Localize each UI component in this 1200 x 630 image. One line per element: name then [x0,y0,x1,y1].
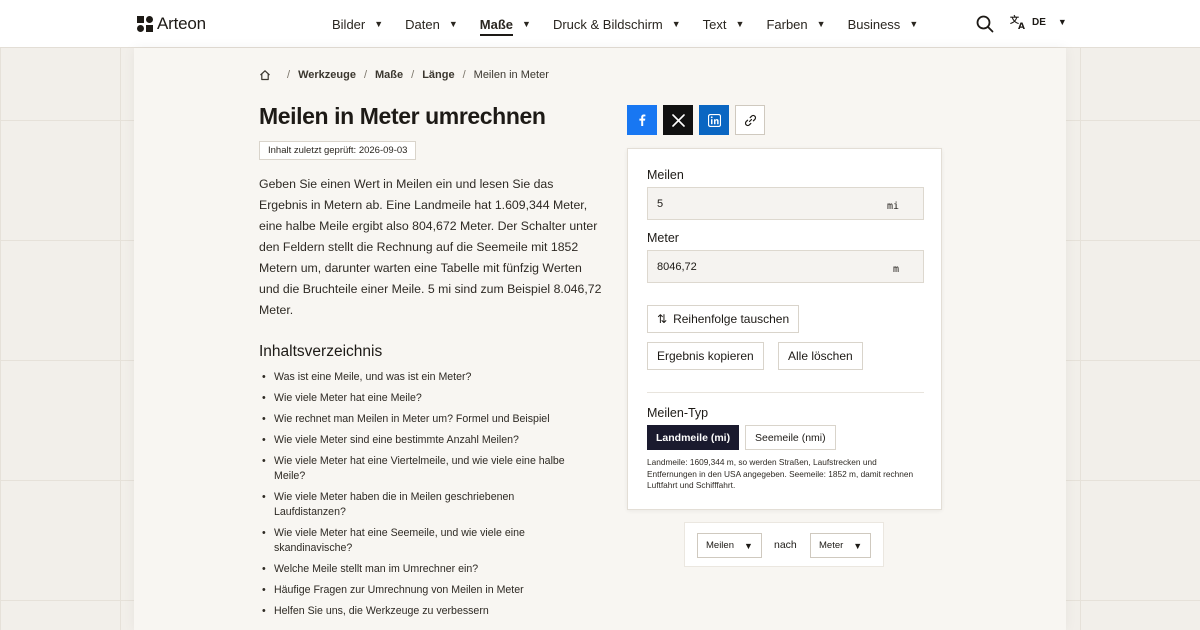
share-x-button[interactable] [663,105,693,135]
logo[interactable]: Arteon [137,14,206,34]
toc-item[interactable]: Welche Meile stellt man im Umrechner ein… [259,562,579,577]
updated-badge: Inhalt zuletzt geprüft: 2026-09-03 [259,141,417,160]
divider [647,392,924,393]
swap-icon: ⇅ [657,312,668,326]
caret-down-icon: ▼ [1057,17,1067,27]
toc-item[interactable]: Wie viele Meter sind eine bestimmte Anza… [259,433,579,448]
mile-type-label: Meilen-Typ [647,406,709,420]
nav-item-bilder[interactable]: Bilder ▼ [332,0,383,48]
linkedin-icon [707,113,721,127]
breadcrumb: / Werkzeuge / Maße / Länge / Meilen in M… [259,69,549,81]
converter-panel: Meilen 5 mi Meter 8046,72 m ⇅ Reihenfolg… [627,148,942,510]
nav-item-farben[interactable]: Farben ▼ [766,0,825,48]
logo-text: Arteon [157,14,206,33]
nav-item-text[interactable]: Text ▼ [703,0,745,48]
breadcrumb-separator: / [411,69,415,81]
miles-input-value: 5 [657,198,664,210]
share-facebook-button[interactable] [627,105,657,135]
from-label: Meilen [647,168,684,182]
breadcrumb-item[interactable]: Länge [422,69,454,81]
caret-down-icon: ▼ [374,19,384,29]
main-content: / Werkzeuge / Maße / Länge / Meilen in M… [134,48,1066,630]
toc-item[interactable]: Was ist eine Meile, und was ist ein Mete… [259,370,579,385]
swap-button[interactable]: ⇅ Reihenfolge tauschen [647,305,800,333]
caret-down-icon: ▼ [522,19,531,29]
miles-input[interactable]: 5 mi [647,187,924,220]
language-switcher[interactable]: 文 A DE ▼ [1010,14,1067,30]
breadcrumb-separator: / [287,69,291,81]
breadcrumb-item[interactable]: Werkzeuge [298,69,356,81]
copy-result-button[interactable]: Ergebnis kopieren [647,342,764,370]
facebook-icon [639,114,646,126]
mile-type-note: Landmeile: 1609,344 m, so werden Straßen… [647,457,914,490]
nav-item-daten[interactable]: Daten ▼ [405,0,458,48]
caret-down-icon: ▼ [853,540,863,551]
unit-selector: Meilen ▼ nach Meter ▼ [684,522,884,567]
to-label: Meter [647,231,679,245]
clear-all-button[interactable]: Alle löschen [778,342,863,370]
copy-link-button[interactable] [735,105,765,135]
svg-text:A: A [1018,22,1025,30]
caret-down-icon: ▼ [816,19,826,29]
site-header: Arteon Bilder ▼ Daten ▼ Maße ▼ Druck & Bild… [0,0,1200,48]
breadcrumb-item[interactable]: Maße [375,69,403,81]
caret-down-icon: ▼ [448,19,458,29]
search-icon[interactable] [976,15,994,33]
breadcrumb-separator: / [363,69,367,81]
intro-text: Geben Sie einen Wert in Meilen ein und l… [259,177,602,317]
caret-down-icon: ▼ [671,19,681,29]
link-icon [744,114,756,126]
toc-title: Inhaltsverzeichnis [259,343,383,360]
mile-type-statute-option[interactable]: Landmeile (mi) [647,425,740,450]
caret-down-icon: ▼ [744,540,753,551]
unit-connector: nach [774,539,797,551]
nav-item-druck-bildschirm[interactable]: Druck & Bildschirm ▼ [553,0,681,48]
home-icon[interactable] [259,69,271,81]
toc-item[interactable]: Helfen Sie uns, die Werkzeuge zu verbess… [259,604,579,619]
share-buttons [627,105,765,135]
meters-unit: m [892,264,899,275]
x-icon [671,113,685,127]
meters-input[interactable]: 8046,72 m [647,250,924,283]
toc-item[interactable]: Wie viele Meter haben die in Meilen gesc… [259,490,579,520]
translate-icon: 文 A [1010,14,1025,30]
toc-item[interactable]: Wie viele Meter hat eine Meile? [259,391,579,406]
toc-item[interactable]: Wie viele Meter hat eine Viertelmeile, u… [259,454,579,484]
miles-unit: mi [886,201,899,212]
main-nav: Bilder ▼ Daten ▼ Maße ▼ Druck & Bildschirm ▼… [332,0,940,48]
share-linkedin-button[interactable] [699,105,729,135]
to-unit-select[interactable]: Meter ▼ [810,533,872,558]
toc-item[interactable]: Wie rechnet man Meilen in Meter um? Form… [259,412,579,427]
breadcrumb-current: Meilen in Meter [473,69,549,81]
breadcrumb-separator: / [462,69,466,81]
page-title: Meilen in Meter umrechnen [259,103,546,129]
caret-down-icon: ▼ [735,19,745,29]
caret-down-icon: ▼ [909,19,919,29]
nav-item-business[interactable]: Business ▼ [848,0,919,48]
toc-item[interactable]: Wie viele Meter hat eine Seemeile, und w… [259,526,579,556]
from-unit-select[interactable]: Meilen ▼ [697,533,762,558]
language-code: DE [1032,16,1046,28]
table-of-contents: Was ist eine Meile, und was ist ein Mete… [259,370,579,625]
logo-icon [137,16,153,32]
toc-item[interactable]: Häufige Fragen zur Umrechnung von Meilen… [259,583,579,598]
mile-type-nautical-option[interactable]: Seemeile (nmi) [745,425,836,450]
nav-item-masse[interactable]: Maße ▼ [479,0,531,48]
meters-input-value: 8046,72 [657,261,697,273]
